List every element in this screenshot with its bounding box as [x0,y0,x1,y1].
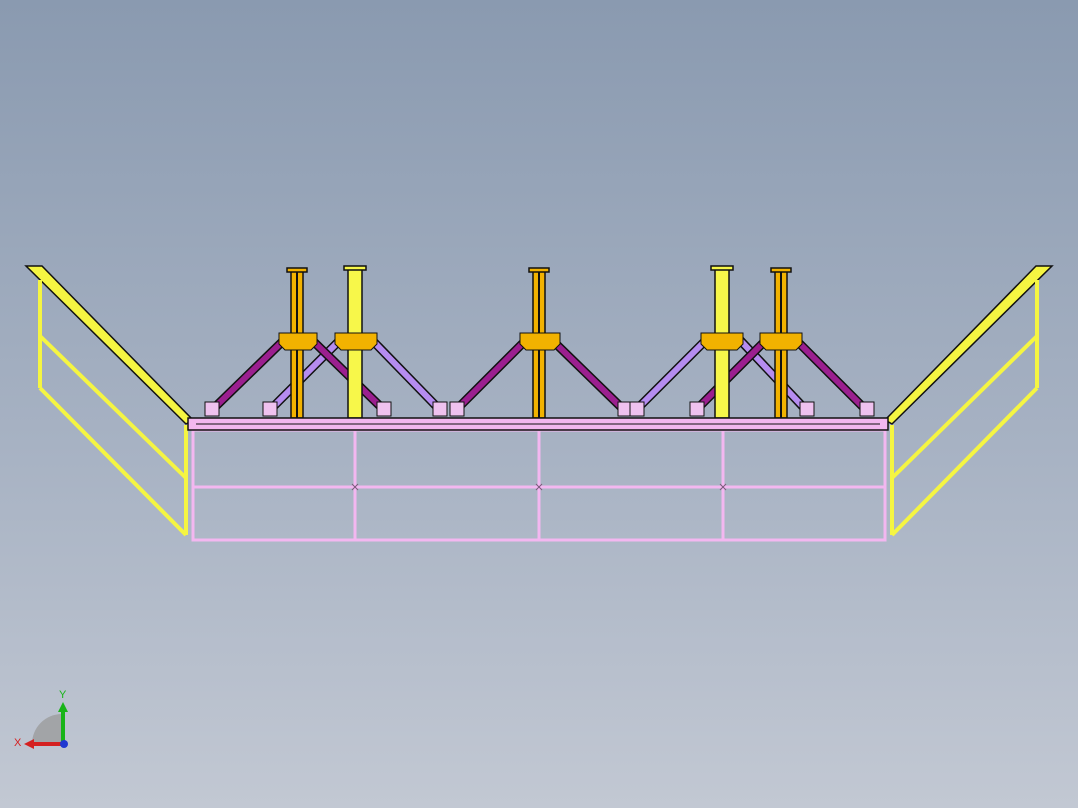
x-axis-label: X [14,737,22,749]
y-axis-arrow [58,702,68,712]
gusset-plates [278,332,803,351]
triad-arc [32,714,62,744]
z-axis-dot [60,740,68,748]
left-railing [24,265,195,537]
lower-grid [191,428,887,542]
x-axis-arrow [24,739,34,749]
bridge-frame-model[interactable] [0,0,1078,808]
right-railing [883,265,1054,537]
axis-triad: X Y [14,689,68,749]
deck [187,417,889,431]
3d-viewport[interactable]: X Y [0,0,1078,808]
y-axis-label: Y [59,689,67,701]
